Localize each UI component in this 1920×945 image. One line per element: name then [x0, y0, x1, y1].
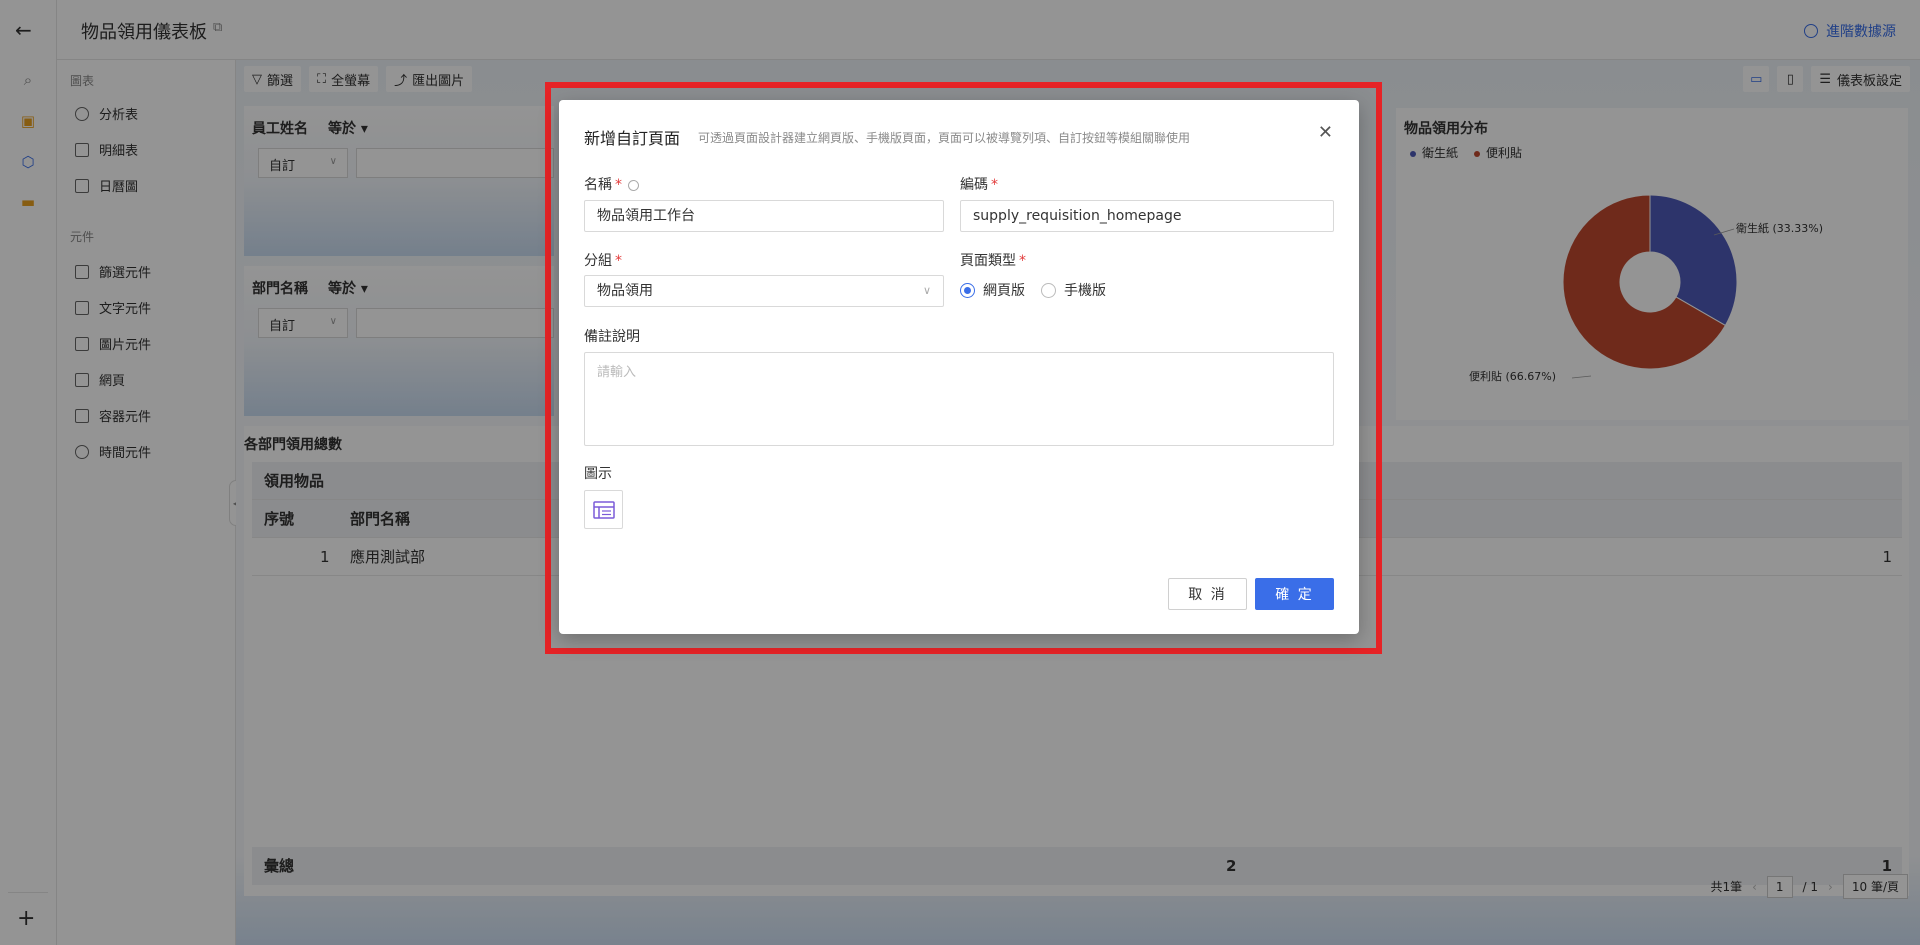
help-icon[interactable]	[628, 179, 639, 191]
dialog-subtitle: 可透過頁面設計器建立網頁版、手機版頁面，頁面可以被導覽列項、自訂按鈕等模組關聯使…	[698, 131, 1191, 145]
radio-mobile[interactable]: 手機版	[1041, 280, 1106, 300]
icon-label: 圖示	[584, 466, 612, 482]
code-input[interactable]: supply_requisition_homepage	[960, 200, 1334, 232]
page-type-radio-group: 網頁版 手機版	[960, 280, 1106, 300]
code-label: 編碼 *	[960, 177, 998, 193]
confirm-button[interactable]: 確 定	[1255, 578, 1334, 610]
radio-web[interactable]: 網頁版	[960, 280, 1025, 300]
remark-label: 備註說明	[584, 329, 640, 345]
radio-unchecked-icon	[1041, 282, 1056, 298]
remark-textarea[interactable]	[584, 352, 1334, 446]
dialog-title: 新增自訂頁面	[584, 129, 681, 148]
close-icon[interactable]: ✕	[1318, 122, 1333, 143]
icon-picker[interactable]	[584, 490, 623, 529]
group-label: 分組 *	[584, 253, 622, 269]
chevron-down-icon: ∨	[922, 284, 931, 297]
group-select[interactable]: 物品領用 ∨	[584, 275, 944, 307]
radio-checked-icon	[960, 282, 975, 298]
cancel-button[interactable]: 取 消	[1168, 578, 1247, 610]
table-list-icon	[592, 500, 615, 519]
page-type-label: 頁面類型 *	[960, 253, 1026, 269]
name-input[interactable]: 物品領用工作台	[584, 200, 944, 232]
new-custom-page-dialog: 新增自訂頁面 可透過頁面設計器建立網頁版、手機版頁面，頁面可以被導覽列項、自訂按…	[559, 100, 1359, 634]
name-label: 名稱 *	[584, 174, 639, 194]
